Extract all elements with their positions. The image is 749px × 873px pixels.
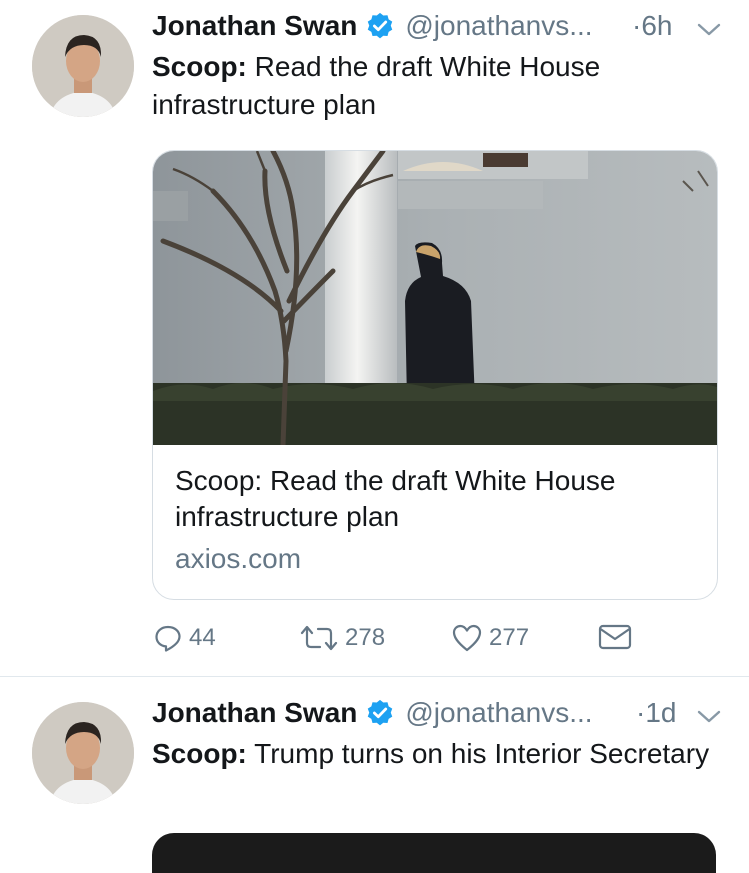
tweet-text-body: Trump turns on his Interior Secretary (246, 738, 710, 769)
chevron-down-icon[interactable] (696, 22, 722, 38)
avatar-photo (32, 15, 134, 117)
link-card-image (153, 151, 717, 445)
retweet-count: 278 (345, 624, 386, 651)
heart-icon (452, 624, 482, 652)
author-name[interactable]: Jonathan Swan (152, 697, 357, 729)
tweet-text-bold: Scoop: (152, 51, 247, 82)
retweet-icon (300, 625, 338, 651)
retweet-button[interactable]: 278 (299, 623, 385, 653)
chevron-down-icon[interactable] (696, 709, 722, 725)
link-card-domain[interactable]: axios.com (175, 543, 301, 575)
envelope-icon (598, 624, 632, 650)
avatar[interactable] (32, 702, 134, 804)
reply-icon (155, 625, 181, 652)
tweet[interactable]: Jonathan Swan @jonathanvs... ·1d Scoop: … (0, 677, 749, 847)
author-name[interactable]: Jonathan Swan (152, 10, 357, 42)
avatar[interactable] (32, 15, 134, 117)
reply-count: 44 (189, 624, 216, 651)
verified-badge-icon (368, 12, 393, 39)
avatar-photo (32, 702, 134, 804)
link-card-image-partial[interactable] (152, 833, 716, 873)
tweet-timestamp[interactable]: ·1d (636, 697, 676, 729)
like-button[interactable]: 277 (451, 623, 529, 653)
tweet-timestamp[interactable]: ·6h (632, 10, 672, 42)
tweet-text: Scoop: Trump turns on his Interior Secre… (152, 735, 712, 773)
link-card[interactable]: Scoop: Read the draft White House infras… (152, 150, 718, 600)
tweet-actions: 44 278 277 (0, 623, 749, 663)
author-handle[interactable]: @jonathanvs... (405, 10, 592, 42)
link-card-title[interactable]: Scoop: Read the draft White House infras… (175, 463, 695, 535)
reply-button[interactable]: 44 (153, 623, 216, 653)
like-count: 277 (489, 624, 530, 651)
tweet[interactable]: Jonathan Swan @jonathanvs... ·6h Scoop: … (0, 0, 749, 676)
tweet-text: Scoop: Read the draft White House infras… (152, 48, 712, 124)
tweet-text-bold: Scoop: (152, 738, 247, 769)
verified-badge-icon (368, 699, 393, 726)
author-handle[interactable]: @jonathanvs... (405, 697, 592, 729)
direct-message-button[interactable] (598, 623, 638, 651)
